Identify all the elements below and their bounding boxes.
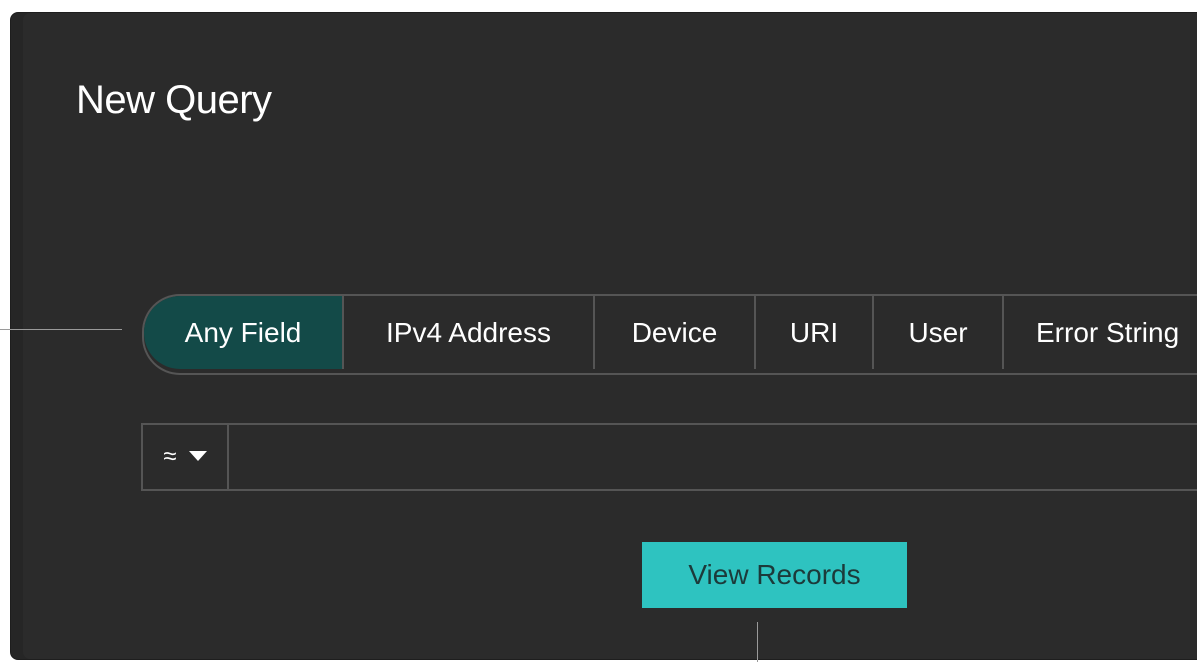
view-records-button[interactable]: View Records <box>642 542 907 608</box>
tab-uri[interactable]: URI <box>756 296 874 369</box>
tab-ipv4-address[interactable]: IPv4 Address <box>344 296 595 369</box>
tab-error-string[interactable]: Error String <box>1004 296 1197 369</box>
operator-dropdown[interactable]: ≈ <box>141 423 229 491</box>
tab-any-field[interactable]: Any Field <box>144 296 344 369</box>
tab-user[interactable]: User <box>874 296 1004 369</box>
chevron-down-icon <box>188 451 207 461</box>
field-tabs: Any Field IPv4 Address Device URI User E… <box>142 294 1197 375</box>
tab-device[interactable]: Device <box>595 296 756 369</box>
page-title: New Query <box>76 78 272 122</box>
query-input[interactable] <box>229 423 1197 491</box>
operator-symbol: ≈ <box>163 443 177 470</box>
button-callout-line <box>757 622 758 662</box>
tabs-callout-line <box>0 329 122 330</box>
